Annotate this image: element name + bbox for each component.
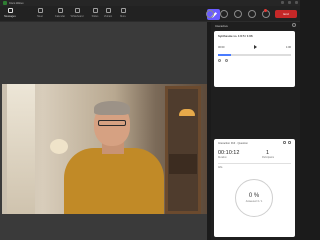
maximize-icon[interactable] (288, 1, 291, 4)
media-time-start: 00:00 (218, 45, 225, 49)
volume-icon[interactable] (218, 59, 221, 62)
speaker-video[interactable] (2, 84, 207, 214)
end-call-button[interactable]: End (275, 10, 297, 18)
main-toolbar: Messages Meet Calendar Whiteboard Slides… (0, 6, 300, 22)
more-icon (120, 8, 126, 13)
webex-window: Cisco Webex Messages Meet Calendar White… (0, 0, 300, 240)
share-icon[interactable] (248, 10, 256, 18)
media-progress-fill (218, 54, 232, 56)
play-icon[interactable] (253, 45, 257, 49)
speaker-hair (94, 101, 130, 115)
tool-whiteboard[interactable]: Whiteboard (70, 8, 84, 18)
chat-icon[interactable] (206, 10, 214, 18)
video-pendant-lamp (179, 109, 195, 116)
speaker-glasses (98, 120, 126, 126)
media-card-row: 00:00 1:06 (218, 43, 291, 51)
slides-icon (92, 8, 98, 13)
app-logo-icon (3, 1, 7, 5)
poll-card: Interaction Poll · Question 00:10:12 Dur… (214, 139, 295, 237)
tool-vidcast[interactable]: Vidcast (101, 8, 115, 18)
popout-icon[interactable] (288, 141, 291, 144)
minimize-icon[interactable] (281, 1, 284, 4)
messages-icon (7, 8, 13, 13)
media-time-end: 1:06 (285, 45, 291, 49)
video-window-left (7, 84, 35, 214)
tool-slides[interactable]: Slides (88, 8, 102, 18)
speaker-figure (64, 96, 164, 214)
window-controls (281, 1, 298, 4)
poll-participant-label: Participants (262, 157, 275, 159)
poll-timer: 00:10:12 (218, 150, 240, 156)
whiteboard-icon (74, 8, 80, 13)
panel-header: Interactive (215, 24, 228, 28)
notification-badge (264, 9, 267, 12)
tool-calendar[interactable]: Calendar (53, 8, 67, 18)
panel-close-icon[interactable] (292, 23, 296, 27)
close-window-icon[interactable] (295, 1, 298, 4)
edit-icon[interactable] (283, 141, 286, 144)
media-progress-bar[interactable] (218, 54, 291, 56)
poll-divider (218, 163, 291, 164)
poll-answered-label: Answered: 0 / 1 (245, 200, 263, 203)
participants-icon[interactable] (234, 10, 242, 18)
video-shelf (169, 154, 197, 174)
side-panel: Interactive Synthesize vs. 1:0:5 / 1:06 … (211, 22, 300, 240)
media-controls (218, 59, 228, 62)
poll-info-label: Info (218, 166, 223, 169)
tool-more[interactable]: More (116, 8, 130, 18)
video-icon (37, 8, 43, 13)
window-title: Cisco Webex (9, 1, 24, 5)
toolbar-right-icons (206, 10, 270, 18)
poll-timer-label: Duration (218, 157, 227, 159)
calendar-icon (57, 8, 63, 13)
poll-percent: 0 % (248, 193, 260, 199)
meeting-stage (0, 22, 207, 240)
poll-card-header: Interaction Poll · Question (218, 142, 248, 145)
video-doorframe (165, 86, 201, 214)
poll-progress-ring: 0 % Answered: 0 / 1 (235, 179, 273, 217)
fullscreen-icon[interactable] (225, 59, 228, 62)
vidcast-icon (105, 8, 111, 13)
speaker-sweater (64, 148, 164, 214)
tool-meet[interactable]: Meet (33, 8, 47, 18)
poll-card-actions (283, 141, 291, 144)
media-card-title: Synthesize vs. 1:0:5 / 1:06 (218, 34, 253, 38)
tool-messages[interactable]: Messages (3, 8, 17, 18)
poll-participant-count: 1 (266, 150, 270, 156)
media-card: Synthesize vs. 1:0:5 / 1:06 00:00 1:06 (214, 31, 295, 87)
reactions-icon[interactable] (220, 10, 228, 18)
